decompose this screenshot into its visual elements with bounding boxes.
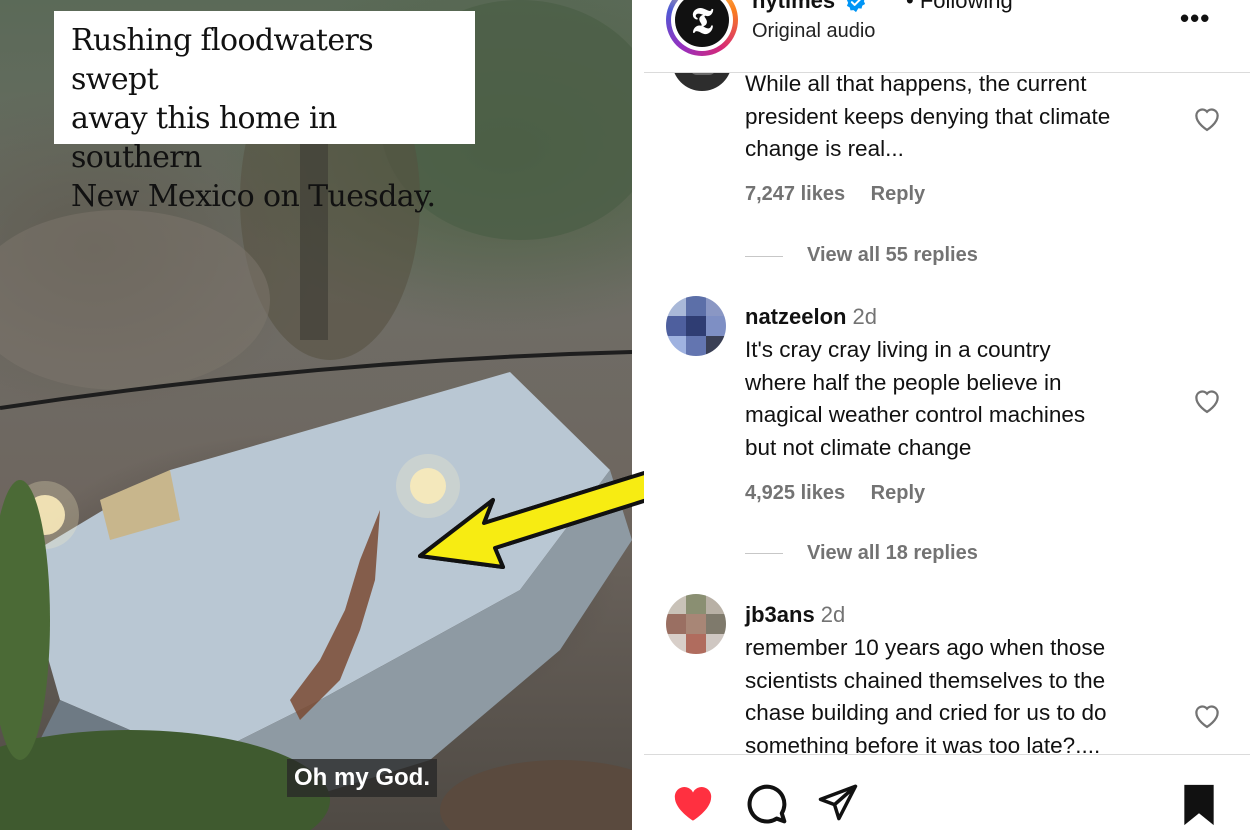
comment-text: remember 10 years ago when those scienti… — [745, 635, 1107, 754]
replies-divider — [745, 256, 783, 257]
comment-time: 2d — [852, 304, 877, 329]
comment-avatar[interactable] — [666, 296, 726, 356]
comment-avatar[interactable] — [666, 594, 726, 654]
comment-username[interactable]: jb3ans 2d — [745, 602, 845, 628]
instagram-post-panel: 𝕿 nytimes • Following Original audio •••… — [644, 0, 1250, 830]
comment-meta: 7,247 likes Reply — [745, 183, 945, 206]
video-frame[interactable]: Rushing floodwaters swept away this home… — [0, 0, 632, 830]
comment-time: 2d — [820, 602, 846, 627]
yellow-arrow-annotation — [418, 474, 632, 569]
username-text: nytimes — [752, 0, 836, 13]
replies-divider — [745, 553, 783, 554]
panel-divider — [632, 0, 644, 830]
comment-username-text: natzeelon — [745, 304, 847, 329]
share-icon[interactable] — [816, 781, 860, 823]
comment-text: While all that happens, the current pres… — [745, 73, 1111, 161]
comment-username-text: jb3ans — [745, 602, 815, 627]
reply-button[interactable]: Reply — [871, 482, 925, 504]
reply-button[interactable]: Reply — [871, 183, 925, 205]
heart-outline-icon[interactable] — [1192, 104, 1222, 132]
nyt-logo-icon: 𝕿 — [675, 0, 729, 47]
post-action-bar — [644, 754, 1250, 830]
original-audio-link[interactable]: Original audio — [752, 20, 875, 43]
following-button[interactable]: • Following — [906, 0, 1013, 14]
heart-outline-icon[interactable] — [1192, 701, 1222, 729]
comment-icon[interactable] — [744, 781, 788, 825]
view-replies-link[interactable]: View all 55 replies — [807, 244, 978, 267]
comment-likes[interactable]: 4,925 likes — [745, 482, 845, 504]
comment-likes[interactable]: 7,247 likes — [745, 183, 845, 205]
verified-badge-icon — [847, 0, 866, 13]
profile-avatar[interactable]: 𝕿 — [666, 0, 738, 56]
more-options-icon[interactable]: ••• — [1180, 3, 1210, 34]
view-replies-link[interactable]: View all 18 replies — [807, 542, 978, 565]
comment-meta: 4,925 likes Reply — [745, 482, 945, 505]
comment-text: It's cray cray living in a country where… — [745, 337, 1086, 460]
bookmark-icon[interactable] — [1180, 783, 1218, 827]
comments-list: While all that happens, the current pres… — [644, 73, 1250, 754]
heart-outline-icon[interactable] — [1192, 386, 1222, 414]
comment-username[interactable]: natzeelon 2d — [745, 304, 877, 330]
post-username[interactable]: nytimes — [752, 0, 867, 14]
heart-filled-icon[interactable] — [670, 781, 716, 823]
comment-avatar[interactable] — [672, 73, 732, 91]
post-header: 𝕿 nytimes • Following Original audio ••• — [644, 0, 1250, 73]
